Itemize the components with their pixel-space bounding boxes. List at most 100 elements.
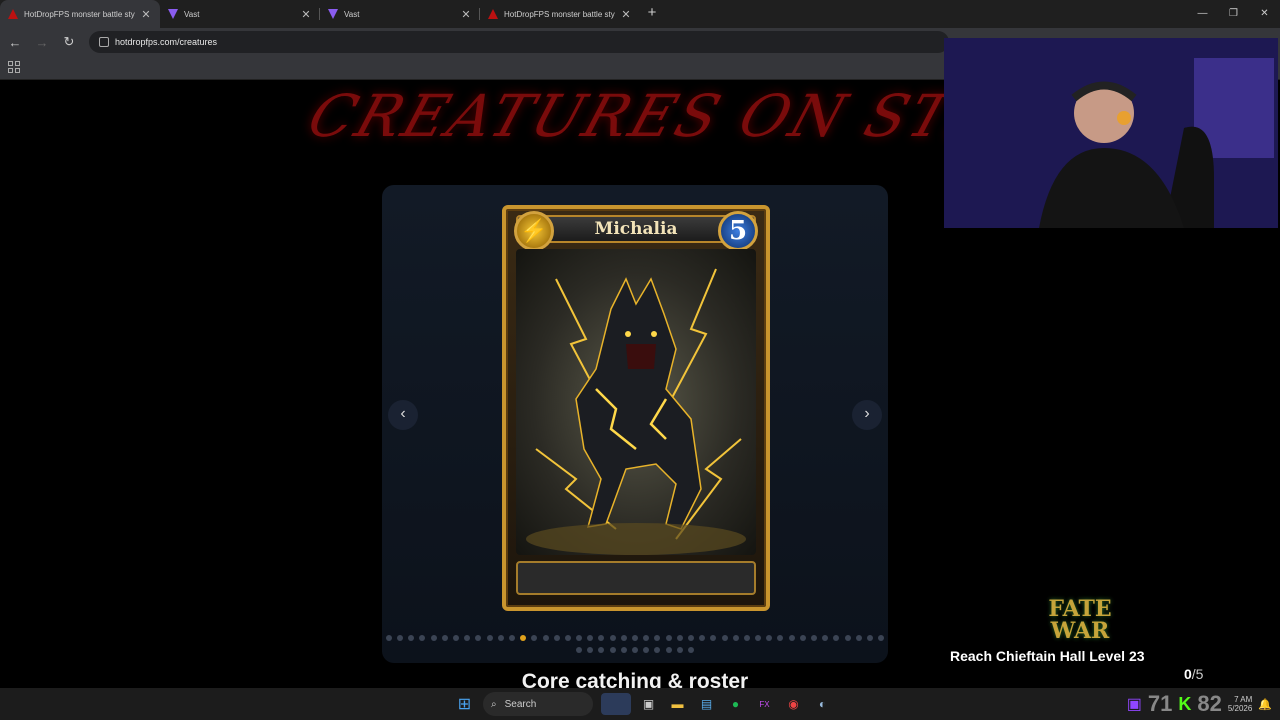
weather-widget-icon[interactable] xyxy=(600,693,631,715)
carousel-dot[interactable] xyxy=(710,635,717,641)
carousel-dot[interactable] xyxy=(687,635,694,641)
carousel-dot[interactable] xyxy=(654,635,661,641)
twitch-icon: ▣ xyxy=(1126,696,1142,713)
carousel-dot[interactable] xyxy=(788,635,795,641)
tab-2[interactable]: Vast ✕ xyxy=(160,0,320,28)
carousel-dot[interactable] xyxy=(542,635,549,641)
carousel-dot[interactable] xyxy=(475,635,482,641)
hud-fx-icon[interactable]: FX xyxy=(754,693,776,715)
carousel-dot[interactable] xyxy=(576,635,583,641)
taskbar-search[interactable]: ⌕ Search xyxy=(483,692,593,716)
carousel-dot[interactable] xyxy=(643,635,650,641)
carousel-dot[interactable] xyxy=(732,635,739,641)
carousel-dot[interactable] xyxy=(609,635,616,641)
notepad-icon[interactable]: ▤ xyxy=(696,693,718,715)
system-tray: ▣ 71 K 82 7 AM 5/2026 🔔 xyxy=(1127,688,1280,720)
tab-4[interactable]: HotDropFPS monster battle sty ✕ xyxy=(480,0,640,28)
webcam-overlay xyxy=(944,38,1278,228)
site-favicon-icon xyxy=(488,9,498,19)
carousel-dot[interactable] xyxy=(464,635,471,641)
carousel-prev-button[interactable]: ‹ xyxy=(388,400,418,430)
carousel-dot[interactable] xyxy=(699,635,706,641)
tab-title: HotDropFPS monster battle sty xyxy=(504,9,615,19)
windows-start-icon[interactable]: ⊞ xyxy=(454,693,476,715)
close-tab-icon[interactable]: ✕ xyxy=(620,8,632,21)
carousel-dot[interactable] xyxy=(598,635,605,641)
chrome-icon[interactable]: ◉ xyxy=(783,693,805,715)
carousel-dot[interactable] xyxy=(441,635,448,641)
carousel-dot[interactable] xyxy=(419,635,426,641)
carousel-dot[interactable] xyxy=(687,647,694,653)
task-view-icon[interactable]: ▣ xyxy=(638,693,660,715)
carousel-dot[interactable] xyxy=(822,635,829,641)
carousel-dot[interactable] xyxy=(609,647,616,653)
apps-grid-icon[interactable] xyxy=(8,61,20,73)
carousel-dot[interactable] xyxy=(587,647,594,653)
carousel-dot[interactable] xyxy=(508,635,515,641)
carousel-dot[interactable] xyxy=(598,647,605,653)
carousel-dot[interactable] xyxy=(665,635,672,641)
carousel-dot[interactable] xyxy=(453,635,459,641)
lightning-wolf-illustration xyxy=(526,268,746,555)
carousel-dot[interactable] xyxy=(777,635,784,641)
carousel-dot[interactable] xyxy=(878,635,885,641)
minimize-icon[interactable]: — xyxy=(1187,0,1218,28)
carousel-dot[interactable] xyxy=(811,635,817,641)
carousel-dot[interactable] xyxy=(520,635,527,641)
carousel-next-button[interactable]: › xyxy=(852,400,882,430)
section-heading: Core catching & roster xyxy=(521,670,749,688)
carousel-dot[interactable] xyxy=(408,635,415,641)
carousel-dot[interactable] xyxy=(755,635,762,641)
carousel-dot[interactable] xyxy=(676,635,683,641)
search-label: Search xyxy=(504,698,537,710)
restore-icon[interactable]: ❐ xyxy=(1218,0,1249,28)
spotify-icon[interactable]: ● xyxy=(725,693,747,715)
carousel-dot[interactable] xyxy=(844,635,851,641)
carousel-dot[interactable] xyxy=(587,635,594,641)
site-info-icon[interactable] xyxy=(99,37,109,47)
carousel-dot[interactable] xyxy=(632,647,638,653)
reload-button-icon[interactable]: ↻ xyxy=(57,34,81,50)
back-button-icon[interactable]: ← xyxy=(3,35,27,50)
carousel-dot[interactable] xyxy=(799,635,806,641)
carousel-dot[interactable] xyxy=(632,635,638,641)
carousel-dot[interactable] xyxy=(654,647,661,653)
carousel-dot[interactable] xyxy=(553,635,560,641)
carousel-dot[interactable] xyxy=(576,647,583,653)
new-tab-button[interactable]: + xyxy=(640,0,664,28)
carousel-dot[interactable] xyxy=(564,635,571,641)
close-tab-icon[interactable]: ✕ xyxy=(300,8,312,21)
logo-line-2: WAR xyxy=(1050,618,1110,644)
lightning-icon: ⚡ xyxy=(514,211,554,251)
carousel-dot[interactable] xyxy=(430,635,437,641)
carousel-dot[interactable] xyxy=(833,635,840,641)
carousel-dot[interactable] xyxy=(721,635,728,641)
file-explorer-icon[interactable]: ▬ xyxy=(667,693,689,715)
carousel-dot[interactable] xyxy=(866,635,873,641)
kick-icon: K xyxy=(1178,693,1192,714)
tab-title: HotDropFPS monster battle sty xyxy=(24,9,135,19)
carousel-dot[interactable] xyxy=(497,635,504,641)
notification-bell-icon[interactable]: 🔔 xyxy=(1258,698,1272,711)
close-tab-icon[interactable]: ✕ xyxy=(460,8,472,21)
forward-button-icon[interactable]: → xyxy=(30,35,54,50)
address-bar[interactable]: hotdropfps.com/creatures xyxy=(89,31,949,53)
steam-icon[interactable]: ◐ xyxy=(812,693,834,715)
close-tab-icon[interactable]: ✕ xyxy=(140,8,152,21)
close-window-icon[interactable]: ✕ xyxy=(1249,0,1280,28)
carousel-dot[interactable] xyxy=(855,635,862,641)
carousel-dot[interactable] xyxy=(643,647,650,653)
carousel-dot[interactable] xyxy=(676,647,683,653)
carousel-dot[interactable] xyxy=(620,635,627,641)
carousel-dot[interactable] xyxy=(397,635,404,641)
carousel-dot[interactable] xyxy=(531,635,538,641)
carousel-dot[interactable] xyxy=(486,635,493,641)
creature-card[interactable]: Michalia ⚡ 5 xyxy=(502,205,770,611)
tab-3[interactable]: Vast ✕ xyxy=(320,0,480,28)
carousel-dot[interactable] xyxy=(766,635,773,641)
tab-1[interactable]: HotDropFPS monster battle sty ✕ xyxy=(0,0,160,28)
carousel-dot[interactable] xyxy=(743,635,750,641)
carousel-dot[interactable] xyxy=(385,635,392,641)
carousel-dot[interactable] xyxy=(620,647,627,653)
carousel-dot[interactable] xyxy=(665,647,672,653)
